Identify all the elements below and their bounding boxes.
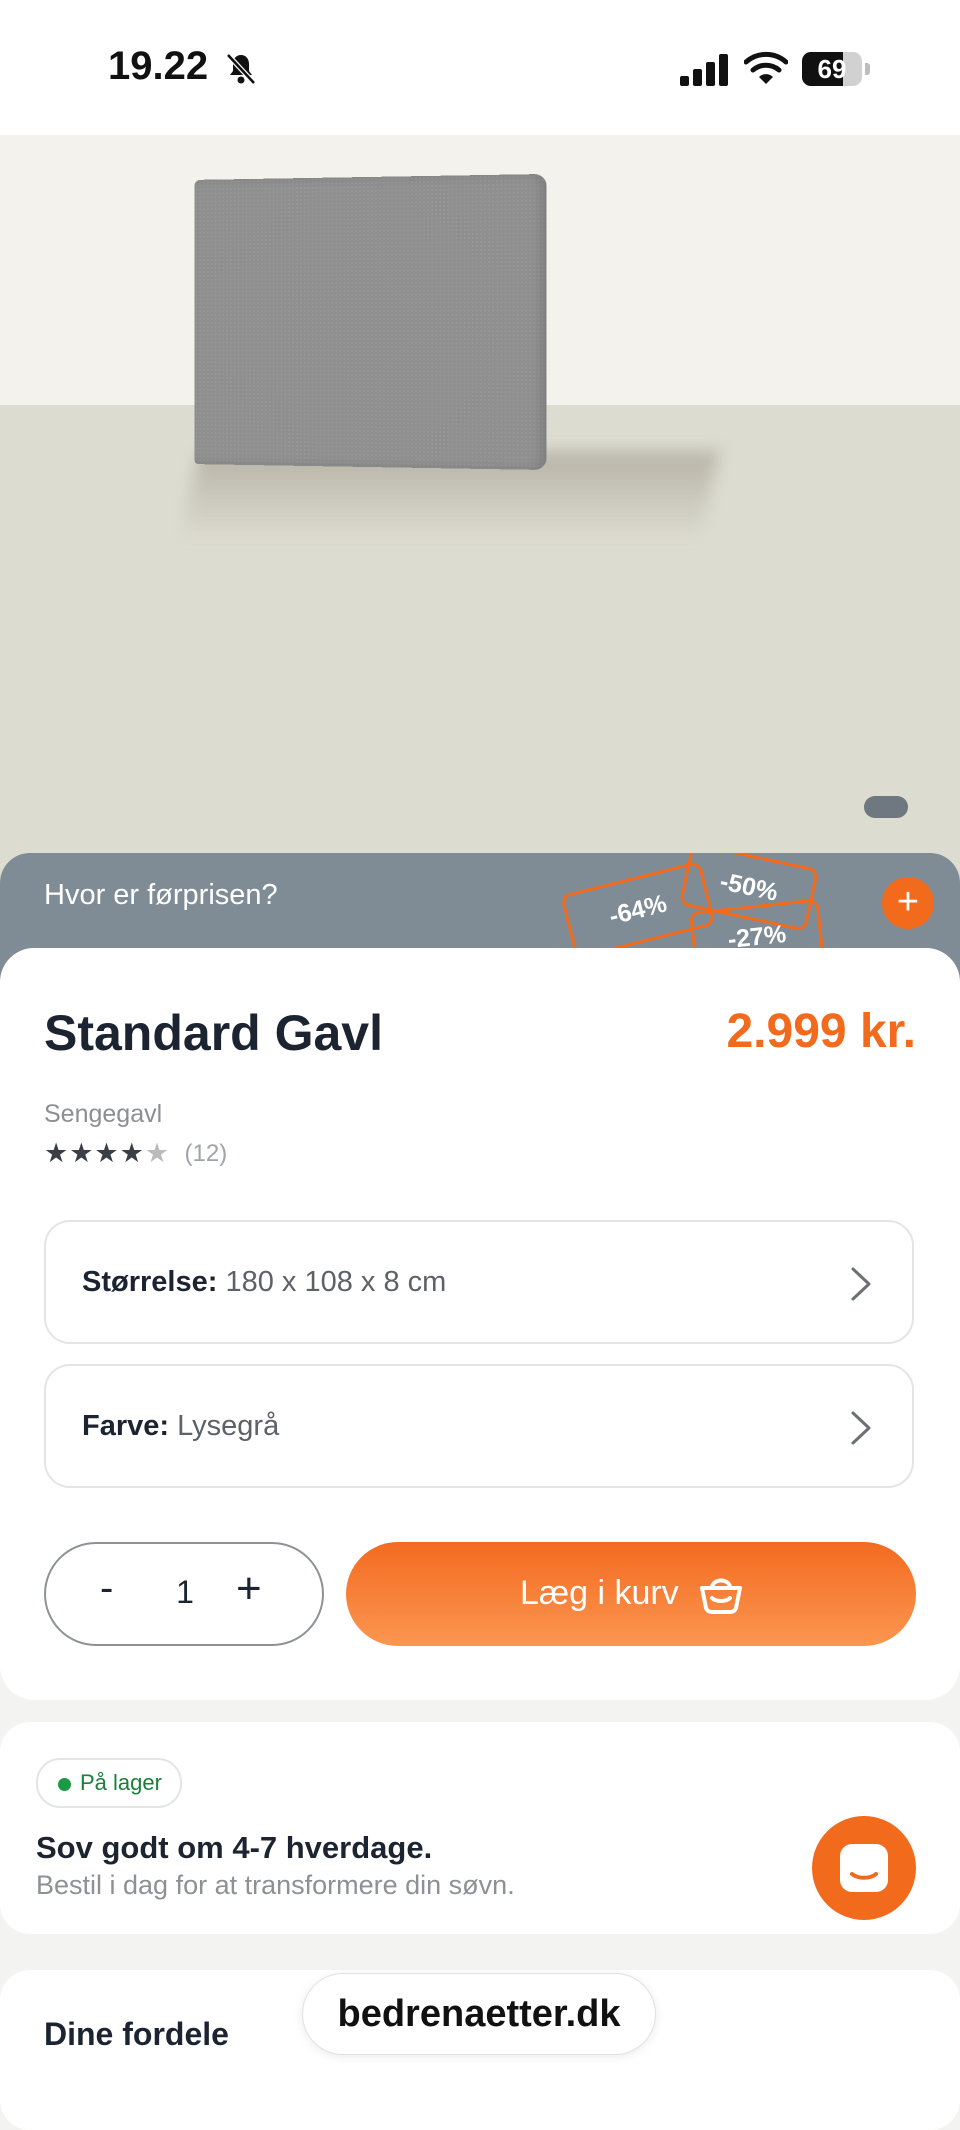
product-category: Sengegavl <box>44 1100 162 1129</box>
size-label: Størrelse: <box>82 1266 217 1298</box>
benefits-title: Dine fordele <box>44 2016 229 2053</box>
expand-plus-button[interactable]: + <box>882 877 934 929</box>
in-stock-dot-icon <box>58 1778 71 1791</box>
quantity-stepper: - 1 + <box>44 1542 324 1646</box>
chat-icon <box>838 1842 890 1894</box>
status-bar: 19.22 69 <box>0 0 960 135</box>
product-title: Standard Gavl <box>44 1004 383 1062</box>
chat-button[interactable] <box>812 1816 916 1920</box>
color-selector[interactable]: Farve: Lysegrå <box>44 1364 914 1488</box>
delivery-subline: Bestil i dag for at transformere din søv… <box>36 1870 515 1901</box>
product-card: Standard Gavl 2.999 kr. Sengegavl ★★★★★ … <box>0 948 960 1700</box>
chevron-right-icon <box>850 1266 872 1302</box>
size-selector[interactable]: Størrelse: 180 x 108 x 8 cm <box>44 1220 914 1344</box>
add-to-cart-button[interactable]: Læg i kurv <box>346 1542 916 1646</box>
stock-status-badge: På lager <box>36 1758 182 1808</box>
size-value: 180 x 108 x 8 cm <box>225 1266 446 1298</box>
headboard-image <box>195 174 547 470</box>
basket-icon <box>698 1570 744 1616</box>
battery-icon: 69 <box>802 52 862 86</box>
product-rating[interactable]: ★★★★★ (12) <box>44 1138 227 1168</box>
signal-icon <box>680 54 730 86</box>
product-price: 2.999 kr. <box>726 1004 916 1059</box>
color-label: Farve: <box>82 1410 169 1442</box>
quantity-decrease-button[interactable]: - <box>100 1566 113 1611</box>
quantity-increase-button[interactable]: + <box>236 1564 262 1614</box>
promo-question: Hvor er førprisen? <box>44 879 278 912</box>
delivery-info-card: På lager Sov godt om 4-7 hverdage. Besti… <box>0 1722 960 1934</box>
chevron-right-icon <box>850 1410 872 1446</box>
rating-stars-icon: ★★★★★ <box>44 1138 170 1169</box>
product-image[interactable] <box>0 135 960 885</box>
browser-url-bar[interactable]: bedrenaetter.dk <box>302 1973 656 2055</box>
stock-status-text: På lager <box>80 1770 162 1795</box>
delivery-headline: Sov godt om 4-7 hverdage. <box>36 1830 432 1866</box>
bell-slash-icon <box>224 52 258 86</box>
battery-level-text: 69 <box>802 52 862 86</box>
gallery-pagination-dot[interactable] <box>864 796 908 818</box>
wifi-icon <box>744 50 788 86</box>
add-to-cart-label: Læg i kurv <box>520 1574 679 1613</box>
quantity-value: 1 <box>170 1574 200 1611</box>
status-time: 19.22 <box>108 44 208 89</box>
rating-count: (12) <box>185 1140 228 1168</box>
color-value: Lysegrå <box>177 1410 279 1442</box>
